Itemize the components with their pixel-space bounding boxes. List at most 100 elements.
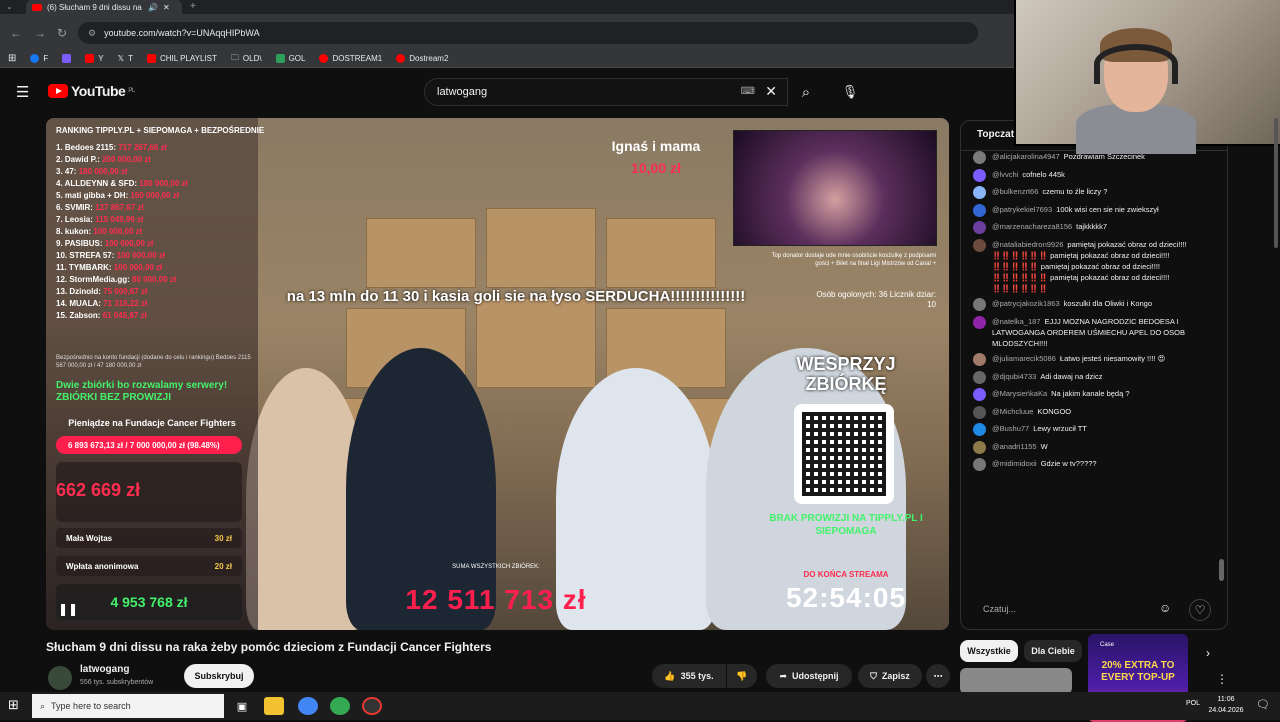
chat-author[interactable]: @marzenachareza8156 (992, 222, 1072, 231)
chat-message[interactable]: @djqubi4733 Adi dawaj na dzicz (973, 370, 1213, 384)
reload-icon[interactable]: ↻ (57, 26, 67, 40)
chat-author[interactable]: @juliamarecik5086 (992, 354, 1056, 363)
chat-message[interactable]: @lvvchi cofnelo 445k (973, 168, 1213, 182)
clear-search-icon[interactable]: ✕ (765, 83, 777, 100)
chat-avatar[interactable] (973, 151, 986, 164)
chat-author[interactable]: @nataliabiedron9926 (992, 240, 1063, 249)
chat-message[interactable]: @Michcluue KONGOO (973, 405, 1213, 419)
chat-author[interactable]: @bulkenzrt66 (992, 187, 1038, 196)
chrome-profile-icon[interactable] (330, 697, 350, 715)
task-view-icon[interactable]: ▣ (232, 697, 252, 715)
chat-message[interactable]: @nataliabiedron9926 pamiętaj pokazać obra… (973, 238, 1213, 294)
chat-avatar[interactable] (973, 238, 986, 252)
windows-start-icon[interactable]: ⊞ (8, 697, 19, 713)
chat-message[interactable]: @marzenachareza8156 tajkkkkk7 (973, 221, 1213, 234)
like-button[interactable]: 👍 355 tys. (652, 664, 726, 688)
chat-avatar[interactable] (973, 315, 986, 329)
chat-message[interactable]: @patrykekiel7693 100k wisi cen sie nie zw… (973, 203, 1213, 217)
bookmark-gol[interactable]: GOL (275, 54, 305, 63)
taskbar-search[interactable]: ⌕ Type here to search (32, 694, 224, 718)
page-scrollbar[interactable] (1274, 118, 1278, 248)
site-info-icon[interactable]: ⚙ (88, 28, 96, 39)
chat-message[interactable]: @Bushu77 Lewy wrzucił TT (973, 423, 1213, 436)
chat-author[interactable]: @patrycjakozik1863 (992, 299, 1060, 308)
video-player[interactable]: RANKING TIPPLY.PL + SIEPOMAGA + BEZPOŚRE… (46, 118, 949, 630)
chat-message[interactable]: @MarysieńkaKa Na jakim kanale będą ? (973, 388, 1213, 401)
chat-message[interactable]: @bulkenzrt66 czemu to źle liczy ? (973, 186, 1213, 199)
chat-input[interactable]: Czatuj... (973, 599, 1167, 621)
bookmark-t[interactable]: 𝕏T (118, 54, 133, 63)
chat-author[interactable]: @midimidoxii (992, 459, 1037, 468)
chip-for-you[interactable]: Dla Ciebie (1024, 640, 1082, 662)
chat-message[interactable]: @juliamarecik5086 Łatwo jesteś niesamowit… (973, 353, 1213, 366)
language-indicator[interactable]: POL (1186, 700, 1200, 707)
notification-icon[interactable]: 🗨 (1256, 698, 1270, 711)
subscribe-button[interactable]: Subskrybuj (184, 664, 254, 688)
chat-author[interactable]: @alicjakarolina4947 (992, 152, 1060, 161)
chat-message[interactable]: @midimidoxii Gdzie w tv????? (973, 458, 1213, 471)
hamburger-menu-icon[interactable]: ☰ (16, 83, 29, 101)
browser-tab[interactable]: (6) Słucham 9 dni dissu na r 🔊 ✕ (26, 0, 182, 14)
chat-avatar[interactable] (973, 370, 986, 384)
chat-avatar[interactable] (973, 353, 986, 366)
recommendation-more-icon[interactable]: ⋮ (1216, 672, 1228, 686)
chat-author[interactable]: @anadri1155 (992, 442, 1037, 451)
bookmark-f[interactable]: F (30, 54, 48, 63)
pause-icon[interactable]: ❚❚ (58, 602, 78, 616)
dislike-button[interactable]: 👎 (727, 664, 757, 688)
forward-icon[interactable]: → (34, 26, 46, 40)
chat-message[interactable]: @anadri1155 W (973, 440, 1213, 454)
more-actions-button[interactable]: ⋯ (926, 664, 950, 688)
bookmark-y[interactable]: Y (85, 54, 104, 63)
bookmark-old[interactable]: 🗀 OLD\ (231, 52, 262, 66)
heart-reaction-button[interactable]: ♡ (1189, 599, 1211, 621)
new-tab-icon[interactable]: + (190, 1, 196, 12)
voice-search-button[interactable]: 🎙 (838, 80, 862, 104)
search-input[interactable]: latwogang ⌨ ✕ (424, 78, 788, 106)
chat-avatar[interactable] (973, 298, 986, 311)
bookmark-dostream1[interactable]: DOSTREAM1 (319, 54, 382, 63)
url-field[interactable]: ⚙ youtube.com/watch?v=UNAqqHIPbWA (78, 22, 978, 44)
chat-message[interactable]: @patrycjakozik1863 koszulki dla Oliwki i … (973, 298, 1213, 311)
share-button[interactable]: ➦ Udostępnij (766, 664, 852, 688)
obs-icon[interactable] (362, 697, 382, 715)
chat-avatar[interactable] (973, 458, 986, 471)
chevron-right-icon[interactable]: › (1206, 646, 1210, 660)
channel-avatar[interactable] (48, 666, 72, 690)
file-explorer-icon[interactable] (264, 697, 284, 715)
chat-author[interactable]: @MarysieńkaKa (992, 389, 1047, 398)
chat-author[interactable]: @natelka_187 (992, 317, 1040, 326)
bookmark-dostream2[interactable]: Dostream2 (396, 54, 448, 63)
youtube-logo[interactable]: YouTube PL (48, 83, 135, 99)
chat-avatar[interactable] (973, 423, 986, 436)
chat-author[interactable]: @Michcluue (992, 407, 1033, 416)
apps-icon[interactable]: ⊞ (8, 53, 16, 64)
channel-name[interactable]: latwogang (80, 664, 129, 675)
save-button[interactable]: ⛉ Zapisz (858, 664, 922, 688)
chat-avatar[interactable] (973, 221, 986, 234)
chat-scrollbar[interactable] (1219, 155, 1224, 581)
chat-author[interactable]: @lvvchi (992, 170, 1018, 179)
tab-close-icon[interactable]: ✕ (163, 3, 170, 12)
back-icon[interactable]: ← (10, 26, 22, 40)
chat-avatar[interactable] (973, 388, 986, 401)
tab-audio-icon[interactable]: 🔊 (148, 3, 158, 12)
keyboard-icon[interactable]: ⌨ (741, 86, 755, 97)
chat-avatar[interactable] (973, 168, 986, 182)
chat-avatar[interactable] (973, 440, 986, 454)
emoji-icon[interactable]: ☺ (1159, 601, 1171, 615)
chrome-icon[interactable] (298, 697, 318, 715)
chat-avatar[interactable] (973, 186, 986, 199)
chat-author[interactable]: @djqubi4733 (992, 372, 1036, 381)
chat-avatar[interactable] (973, 405, 986, 419)
chat-author[interactable]: @Bushu77 (992, 424, 1029, 433)
search-button[interactable]: ⌕ (788, 78, 824, 106)
bookmark-twitch[interactable] (62, 54, 72, 63)
chat-message[interactable]: @natelka_187 EJJJ MOZNA NAGRODZIC BEDOESA… (973, 315, 1213, 349)
bookmark-chil-playlist[interactable]: CHIL PLAYLIST (146, 54, 217, 63)
tab-menu-icon[interactable]: ⌄ (6, 2, 13, 11)
clock[interactable]: 11:06 24.04.2026 (1206, 694, 1246, 716)
chat-author[interactable]: @patrykekiel7693 (992, 205, 1052, 214)
chip-all[interactable]: Wszystkie (960, 640, 1018, 662)
chat-avatar[interactable] (973, 203, 986, 217)
